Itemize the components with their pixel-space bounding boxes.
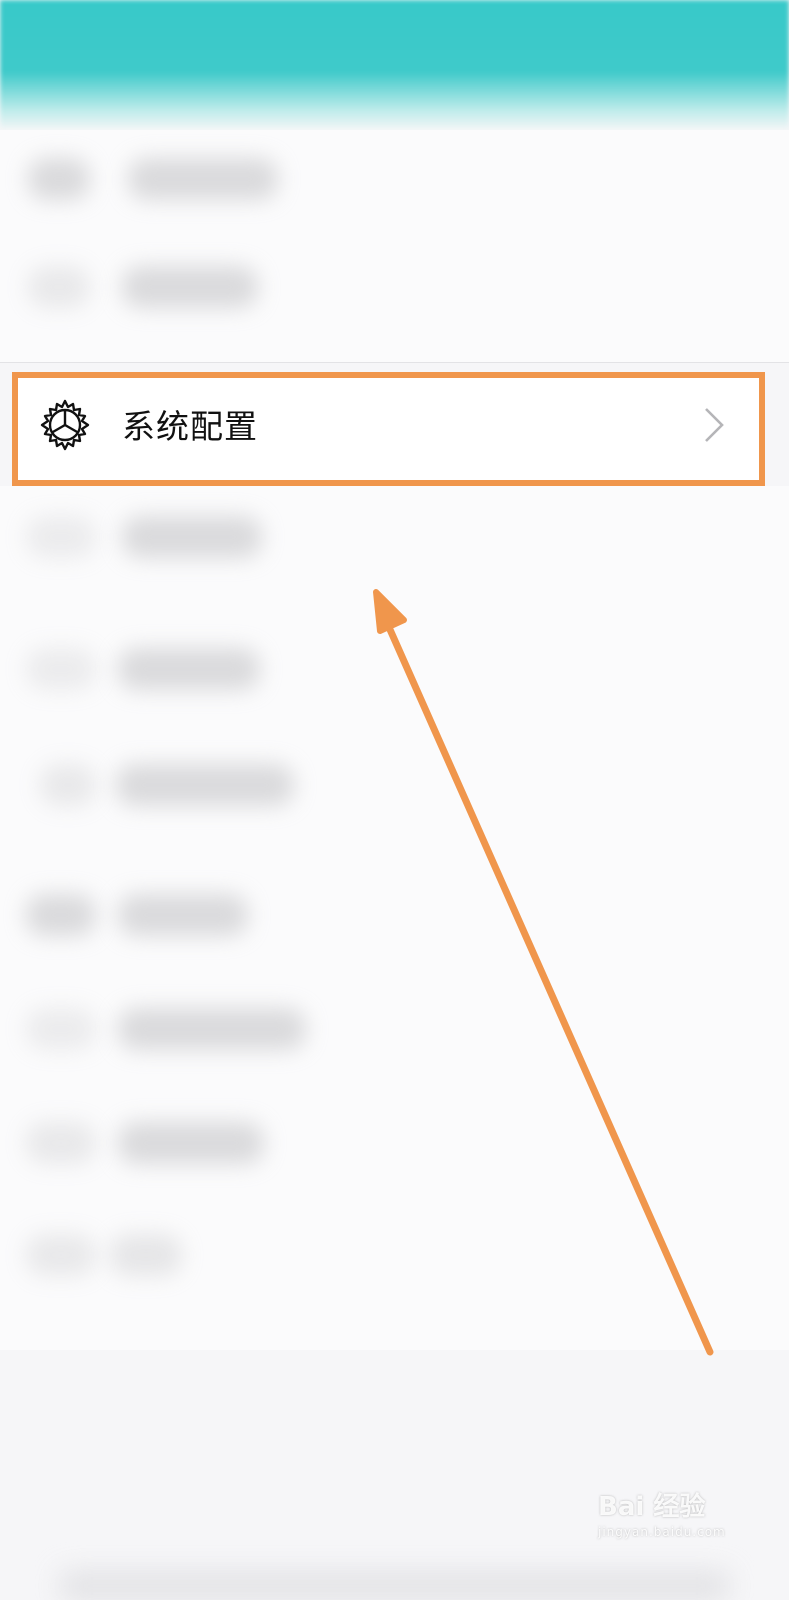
watermark-sub: jingyan.baidu.com xyxy=(598,1525,726,1539)
blurred-section-top xyxy=(0,130,789,362)
chevron-right-icon xyxy=(703,406,725,444)
gear-icon xyxy=(38,398,92,452)
baidu-jingyan-watermark: Bai 经验 jingyan.baidu.com xyxy=(598,1486,758,1566)
blurred-header xyxy=(0,0,789,130)
blurred-bottom-bar xyxy=(60,1572,729,1600)
divider xyxy=(0,362,789,363)
system-config-item[interactable]: 系统配置 xyxy=(12,372,765,486)
blurred-section-bottom xyxy=(0,486,789,1350)
watermark-main: Bai 经验 xyxy=(598,1492,706,1522)
system-config-label: 系统配置 xyxy=(122,407,258,446)
